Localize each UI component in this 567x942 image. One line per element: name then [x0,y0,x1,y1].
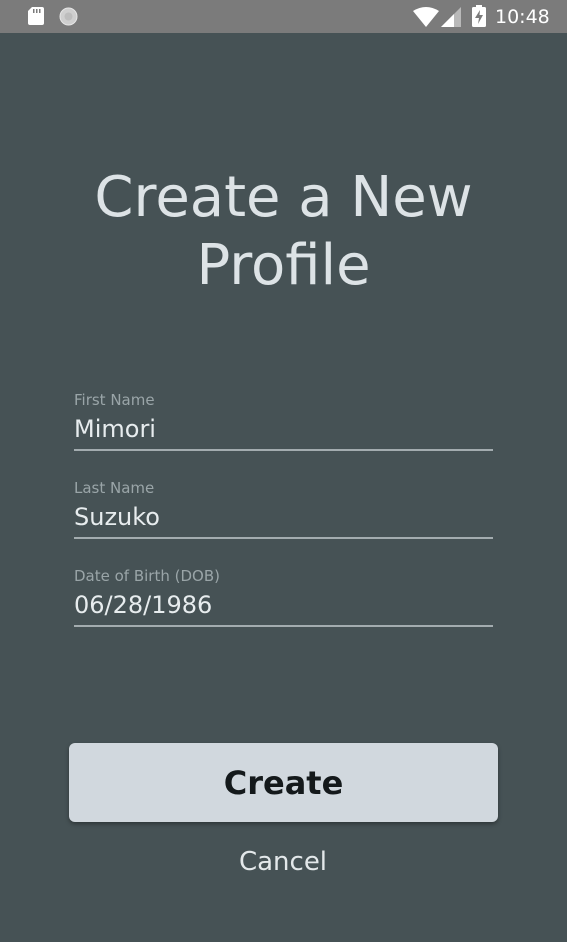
battery-charging-icon [472,5,486,27]
sd-card-icon [28,7,44,25]
first-name-label: First Name [74,391,155,409]
last-name-label: Last Name [74,479,155,497]
signal-icon [441,7,461,27]
first-name-input[interactable] [74,409,493,451]
last-name-field-group: Last Name [74,479,493,539]
page-title-line2: Profile [196,233,371,298]
dob-field-group: Date of Birth (DOB) [74,567,493,627]
page-title: Create a New Profile [0,164,567,300]
cancel-button[interactable]: Cancel [183,840,383,884]
wifi-icon [413,7,439,27]
create-button[interactable]: Create [69,743,498,822]
status-clock: 10:48 [495,6,550,28]
dob-label: Date of Birth (DOB) [74,567,220,585]
first-name-field-group: First Name [74,391,493,451]
page-title-line1: Create a New [94,165,473,230]
dob-input[interactable] [74,585,493,627]
last-name-input[interactable] [74,497,493,539]
status-bar: 10:48 [0,0,567,33]
circle-icon [59,7,78,26]
